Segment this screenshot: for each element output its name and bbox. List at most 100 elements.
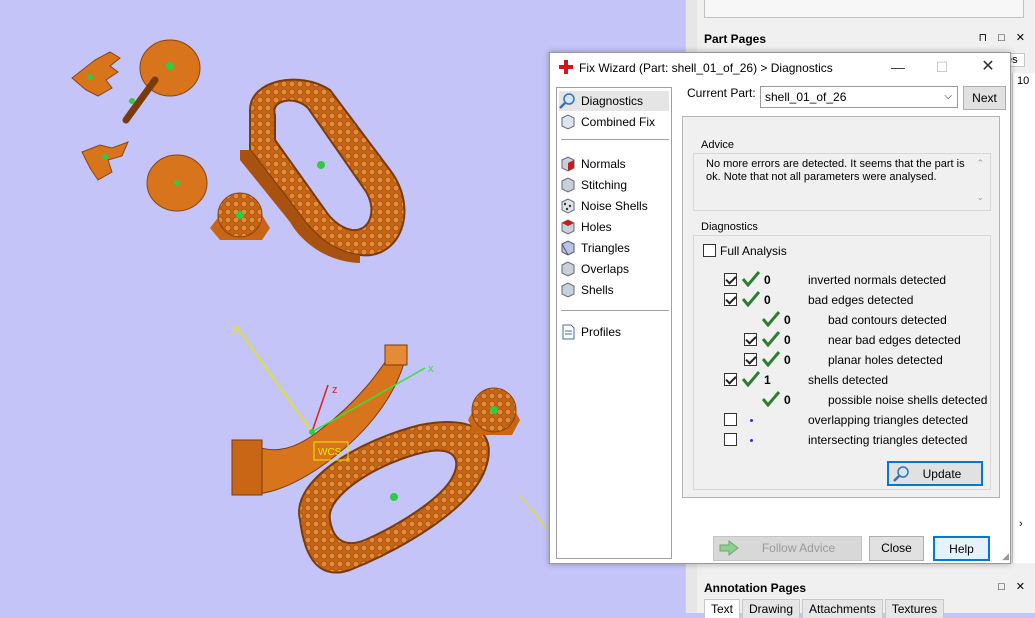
follow-advice-label: Follow Advice xyxy=(761,541,836,555)
annotation-tabs: Text Drawing Attachments Textures xyxy=(704,599,945,618)
part-pages-title: Part Pages xyxy=(704,32,767,46)
part-disc[interactable] xyxy=(146,154,208,212)
nav-overlaps-label: Overlaps xyxy=(581,262,630,276)
nav-triangles[interactable]: Triangles xyxy=(559,238,669,258)
diag-checkbox[interactable] xyxy=(724,273,737,286)
diag-label: near bad edges detected xyxy=(828,333,961,347)
nav-profiles[interactable]: Profiles xyxy=(559,322,669,342)
scroll-up-icon[interactable]: ⌃ xyxy=(976,158,984,169)
follow-advice-button[interactable]: Follow Advice xyxy=(713,536,862,561)
diag-checkbox[interactable] xyxy=(724,373,737,386)
diagnostics-panel: Advice No more errors are detected. It s… xyxy=(682,116,1000,498)
scroll-down-icon[interactable]: ⌄ xyxy=(976,192,984,203)
full-analysis-label: Full Analysis xyxy=(720,244,787,258)
check-icon xyxy=(741,271,761,288)
axis-x-label: x xyxy=(428,363,434,375)
annotation-pages-controls[interactable]: □ ✕ xyxy=(998,580,1029,593)
arrow-right-icon xyxy=(719,540,739,556)
close-window-button[interactable]: ✕ xyxy=(973,57,1003,77)
next-button[interactable]: Next xyxy=(963,86,1006,110)
nav-stitching-label: Stitching xyxy=(581,178,628,192)
help-button[interactable]: Help xyxy=(933,536,990,561)
check-icon xyxy=(761,391,781,408)
magnifier-icon xyxy=(893,466,909,482)
nav-holes[interactable]: Holes xyxy=(559,217,669,237)
holes-cube-icon xyxy=(561,219,575,235)
shells-cube-icon xyxy=(561,282,575,298)
diag-label: inverted normals detected xyxy=(808,273,947,287)
diag-count: 0 xyxy=(784,313,791,327)
stitching-cube-icon xyxy=(561,177,575,193)
diagnostics-group: Full Analysis 0 inverted normals detected… xyxy=(693,235,991,490)
pending-dot-icon xyxy=(750,439,753,442)
diag-count: 0 xyxy=(764,273,771,287)
dock-top-box xyxy=(704,0,1024,18)
diag-label: possible noise shells detected xyxy=(828,393,988,407)
part-gear-piece-2[interactable] xyxy=(81,141,129,181)
maximize-button[interactable]: ☐ xyxy=(927,57,957,77)
red-cross-icon xyxy=(559,60,573,74)
tab-drawing[interactable]: Drawing xyxy=(742,599,801,618)
diag-label: planar holes detected xyxy=(828,353,943,367)
current-part-label: Current Part: xyxy=(687,86,756,100)
current-part-select[interactable]: shell_01_of_26 ⌵ xyxy=(760,86,958,108)
tab-textures[interactable]: Textures xyxy=(884,599,945,618)
dialog-titlebar[interactable]: Fix Wizard (Part: shell_01_of_26) > Diag… xyxy=(550,53,1010,82)
axis-y-label: y xyxy=(232,323,238,335)
annotation-pages-title: Annotation Pages xyxy=(704,581,807,595)
close-button[interactable]: Close xyxy=(869,536,924,561)
nav-shells[interactable]: Shells xyxy=(559,280,669,300)
nav-diagnostics[interactable]: Diagnostics xyxy=(559,91,669,111)
cube-icon xyxy=(561,114,575,130)
nav-profiles-label: Profiles xyxy=(581,325,622,339)
document-icon xyxy=(562,324,575,340)
part-bearing-2[interactable] xyxy=(468,387,520,435)
nav-noise-shells-label: Noise Shells xyxy=(581,199,648,213)
part-gear-piece-1[interactable] xyxy=(71,51,121,97)
advice-group: No more errors are detected. It seems th… xyxy=(693,153,991,211)
nav-separator-2 xyxy=(561,310,669,311)
chevron-down-icon: ⌵ xyxy=(944,91,952,102)
minimize-button[interactable]: — xyxy=(883,57,913,77)
update-button[interactable]: Update xyxy=(887,461,983,486)
diagnostics-group-label: Diagnostics xyxy=(701,221,758,233)
tab-text[interactable]: Text xyxy=(704,599,741,618)
axis-z-label: z xyxy=(332,384,338,396)
diag-checkbox[interactable] xyxy=(724,413,737,426)
diag-checkbox[interactable] xyxy=(744,353,757,366)
partial-number: 10 xyxy=(1017,75,1030,87)
scroll-right-arrow[interactable]: › xyxy=(1019,518,1023,530)
annotation-pages-header: Annotation Pages □ ✕ xyxy=(698,577,1035,597)
fix-wizard-dialog: Fix Wizard (Part: shell_01_of_26) > Diag… xyxy=(549,52,1011,564)
nav-diagnostics-label: Diagnostics xyxy=(581,94,644,108)
advice-group-label: Advice xyxy=(701,139,735,151)
nav-triangles-label: Triangles xyxy=(581,241,630,255)
check-icon xyxy=(741,371,761,388)
part-bearing-1[interactable] xyxy=(210,192,270,240)
nav-separator xyxy=(561,139,669,140)
nav-noise-shells[interactable]: Noise Shells xyxy=(559,196,669,216)
full-analysis-checkbox[interactable] xyxy=(703,244,716,257)
part-disc-with-pin[interactable] xyxy=(122,39,201,124)
part-pages-controls[interactable]: ⊓ □ ✕ xyxy=(978,31,1029,44)
wizard-nav-list: Diagnostics Combined Fix Normals Stitchi… xyxy=(556,87,672,559)
diag-count: 0 xyxy=(784,353,791,367)
diag-count: 1 xyxy=(764,373,771,387)
diag-checkbox[interactable] xyxy=(724,433,737,446)
overlaps-cube-icon xyxy=(561,261,575,277)
tab-attachments[interactable]: Attachments xyxy=(802,599,883,618)
diag-checkbox[interactable] xyxy=(744,333,757,346)
diag-count: 0 xyxy=(784,393,791,407)
nav-shells-label: Shells xyxy=(581,283,614,297)
advice-text: No more errors are detected. It seems th… xyxy=(696,156,990,208)
nav-overlaps[interactable]: Overlaps xyxy=(559,259,669,279)
nav-normals[interactable]: Normals xyxy=(559,154,669,174)
nav-stitching[interactable]: Stitching xyxy=(559,175,669,195)
diag-checkbox[interactable] xyxy=(724,293,737,306)
resize-grip-icon[interactable]: ◢ xyxy=(1002,551,1009,562)
diag-label: intersecting triangles detected xyxy=(808,433,968,447)
nav-combined-fix[interactable]: Combined Fix xyxy=(559,112,669,132)
normals-cube-icon xyxy=(561,156,575,172)
diag-count: 0 xyxy=(764,293,771,307)
diag-count: 0 xyxy=(784,333,791,347)
